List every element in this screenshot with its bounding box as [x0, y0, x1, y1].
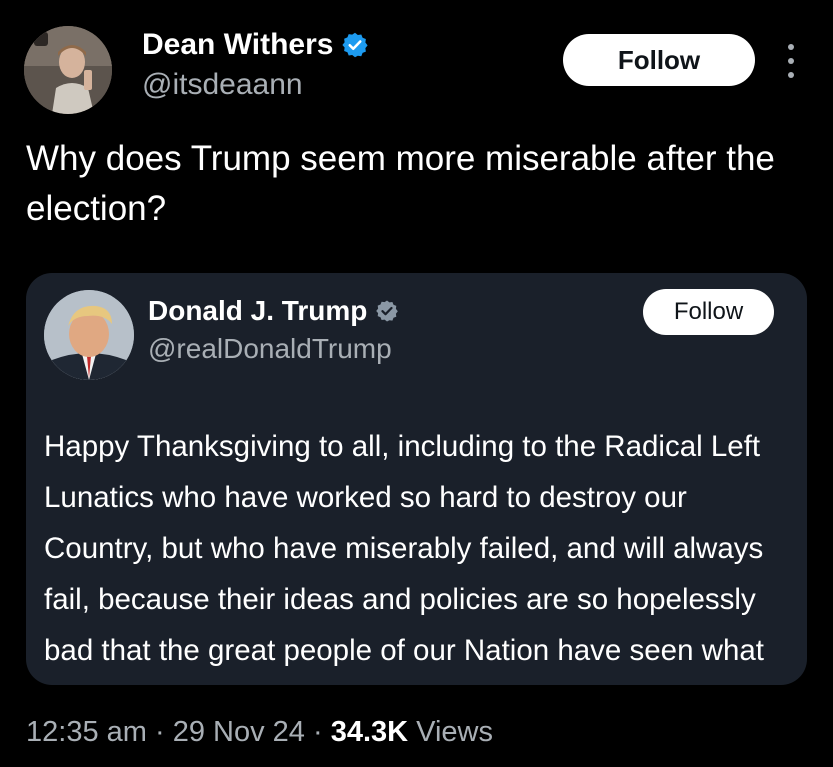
quoted-author-avatar[interactable]: [44, 290, 134, 380]
tweet-date[interactable]: 29 Nov 24: [173, 716, 305, 748]
quoted-author-name[interactable]: Donald J. Trump: [148, 295, 399, 327]
meta-separator: ·: [154, 716, 165, 748]
verified-badge-icon: [375, 299, 399, 323]
tweet-time[interactable]: 12:35 am: [26, 716, 147, 748]
quoted-follow-button[interactable]: Follow: [643, 289, 774, 335]
author-handle[interactable]: @itsdeaann: [142, 68, 303, 102]
tweet-text: Why does Trump seem more miserable after…: [26, 139, 775, 228]
quoted-author-handle[interactable]: @realDonaldTrump: [148, 333, 392, 365]
more-options-icon[interactable]: [786, 44, 796, 78]
author-name[interactable]: Dean Withers: [142, 28, 369, 62]
views-label[interactable]: Views: [416, 716, 493, 748]
author-name-text: Dean Withers: [142, 28, 334, 61]
follow-button[interactable]: Follow: [563, 34, 755, 86]
quoted-tweet-card[interactable]: Donald J. Trump @realDonaldTrump Follow …: [26, 273, 807, 685]
tweet-meta: 12:35 am · 29 Nov 24 · 34.3K Views: [26, 716, 493, 749]
quoted-author-name-text: Donald J. Trump: [148, 295, 368, 326]
meta-separator: ·: [312, 716, 323, 748]
quoted-tweet-text: Happy Thanksgiving to all, including to …: [44, 430, 764, 667]
views-count[interactable]: 34.3K: [331, 716, 408, 748]
author-avatar[interactable]: [24, 26, 112, 114]
verified-badge-icon: [341, 31, 369, 59]
